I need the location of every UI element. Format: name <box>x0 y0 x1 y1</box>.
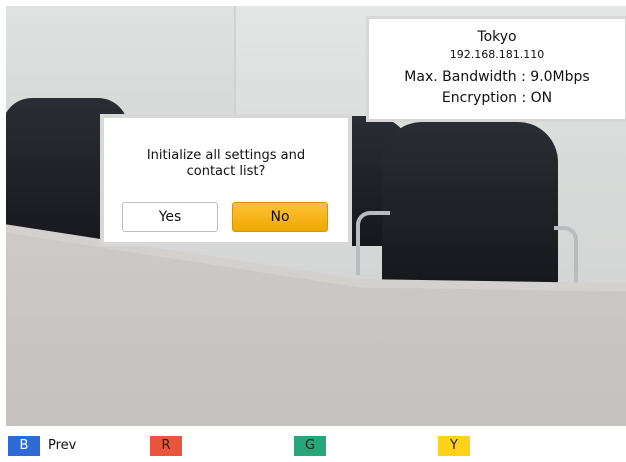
dialog-message: Initialize all settings and contact list… <box>104 148 348 180</box>
blue-key[interactable]: B <box>8 436 40 456</box>
green-key[interactable]: G <box>294 436 326 456</box>
dialog-message-line1: Initialize all settings and <box>146 148 306 163</box>
dialog-message-line2: contact list? <box>186 164 266 179</box>
connection-info-panel: Tokyo 192.168.181.110 Max. Bandwidth : 9… <box>366 16 626 122</box>
no-button[interactable]: No <box>232 202 328 232</box>
blue-key-label: Prev <box>48 438 77 453</box>
red-key[interactable]: R <box>150 436 182 456</box>
ip-address: 192.168.181.110 <box>449 48 545 61</box>
remote-key-guide: B Prev R G Y <box>0 430 626 462</box>
confirm-dialog: Initialize all settings and contact list… <box>100 114 352 246</box>
chair-armrest <box>356 211 390 275</box>
encryption-status: Encryption : ON <box>441 90 553 106</box>
chair-right <box>382 122 558 292</box>
yellow-key[interactable]: Y <box>438 436 470 456</box>
yes-button[interactable]: Yes <box>122 202 218 232</box>
site-name: Tokyo <box>477 29 517 45</box>
chair-armrest <box>554 226 578 290</box>
max-bandwidth: Max. Bandwidth : 9.0Mbps <box>404 69 590 85</box>
